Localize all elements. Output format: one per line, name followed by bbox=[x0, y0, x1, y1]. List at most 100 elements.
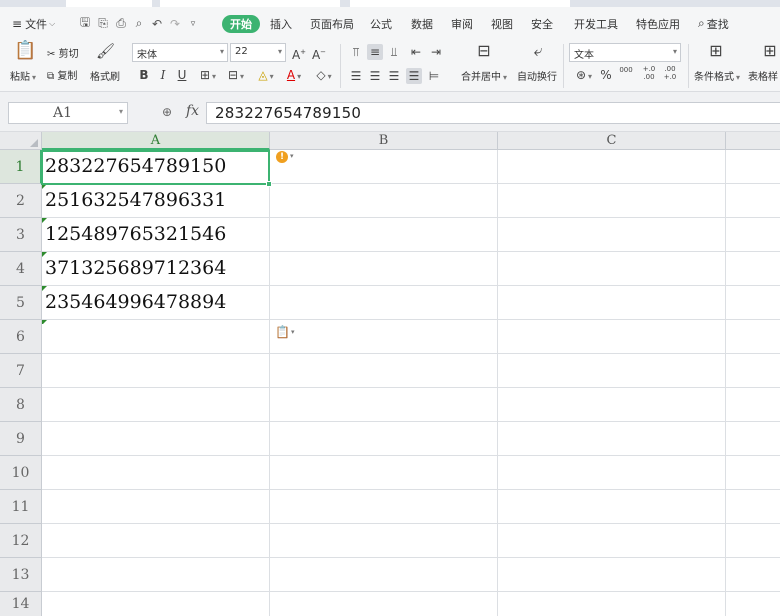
bold-icon[interactable]: B bbox=[136, 67, 152, 83]
menu-tab-page-layout[interactable]: 页面布局 bbox=[310, 7, 354, 40]
row-header[interactable]: 9 bbox=[0, 422, 42, 456]
distributed-align-icon[interactable]: ⊨ bbox=[426, 68, 442, 84]
table-style-button[interactable]: 表格样 bbox=[748, 68, 778, 83]
formula-input[interactable]: 283227654789150 bbox=[206, 102, 780, 124]
font-color-icon[interactable]: A ▾ bbox=[282, 67, 306, 83]
row-header[interactable]: 14 bbox=[0, 592, 42, 616]
column-header-c[interactable]: C bbox=[498, 132, 726, 150]
menu-tab-formulas[interactable]: 公式 bbox=[370, 7, 392, 40]
align-center-icon[interactable]: ☰ bbox=[367, 68, 383, 84]
row-header[interactable]: 4 bbox=[0, 252, 42, 286]
merge-center-icon[interactable]: ⊟ bbox=[474, 43, 494, 63]
column-header-a[interactable]: A bbox=[42, 132, 270, 150]
cell-a2[interactable]: 251632547896331 bbox=[42, 184, 269, 218]
border-icon[interactable]: ⊞ ▾ bbox=[196, 67, 220, 83]
text-number-indicator bbox=[42, 286, 47, 291]
italic-icon[interactable]: I bbox=[155, 67, 171, 83]
save-icon[interactable]: 🖫 bbox=[76, 13, 94, 34]
font-size-select[interactable]: 22 ▾ bbox=[230, 43, 286, 62]
cell-a1[interactable]: 283227654789150 bbox=[42, 150, 269, 184]
copy-button[interactable]: ⧉ 复制 bbox=[47, 67, 77, 82]
conditional-format-button[interactable]: 条件格式 ▾ bbox=[694, 68, 740, 83]
align-bottom-icon[interactable]: ⫫ bbox=[386, 44, 402, 60]
menu-tab-review[interactable]: 审阅 bbox=[451, 7, 473, 40]
paste-options-icon[interactable]: 📋 bbox=[275, 325, 290, 339]
align-top-icon[interactable]: ⫪ bbox=[348, 44, 364, 60]
menu-tab-data[interactable]: 数据 bbox=[411, 7, 433, 40]
document-tab[interactable] bbox=[160, 0, 340, 7]
align-middle-icon[interactable]: ≡ bbox=[367, 44, 383, 60]
export-icon[interactable]: ⎘ bbox=[94, 16, 112, 31]
cut-button[interactable]: ✂ 剪切 bbox=[47, 45, 79, 60]
table-style-icon[interactable]: ⊞ bbox=[760, 43, 780, 63]
cell-a5[interactable]: 235464996478894 bbox=[42, 286, 269, 320]
format-painter-button[interactable]: 格式刷 bbox=[90, 68, 120, 83]
menu-tab-insert[interactable]: 插入 bbox=[270, 7, 292, 40]
document-tab[interactable] bbox=[66, 0, 152, 7]
paste-button[interactable]: 粘贴 ▾ bbox=[10, 68, 36, 83]
name-box[interactable]: A1 ▾ bbox=[8, 102, 128, 124]
merge-center-button[interactable]: 合并居中 ▾ bbox=[461, 68, 507, 83]
paste-icon[interactable]: 📋 bbox=[14, 42, 36, 63]
row-header[interactable]: 3 bbox=[0, 218, 42, 252]
menu-tab-developer[interactable]: 开发工具 bbox=[574, 7, 618, 40]
print-icon[interactable]: ⎙ bbox=[112, 16, 130, 31]
row-header[interactable]: 5 bbox=[0, 286, 42, 320]
redo-icon[interactable]: ↷ bbox=[166, 17, 184, 31]
row-header[interactable]: 13 bbox=[0, 558, 42, 592]
row-header[interactable]: 7 bbox=[0, 354, 42, 388]
zoom-icon[interactable]: ⊕ bbox=[162, 105, 172, 119]
decrease-decimal-button[interactable]: .00 +.0 bbox=[661, 65, 679, 81]
font-name-select[interactable]: 宋体 ▾ bbox=[132, 43, 228, 62]
clear-format-icon[interactable]: ◇ ▾ bbox=[312, 67, 336, 83]
menu-tab-security[interactable]: 安全 bbox=[531, 7, 553, 40]
justify-icon[interactable]: ☰ bbox=[406, 68, 422, 84]
row-header[interactable]: 8 bbox=[0, 388, 42, 422]
indent-increase-icon[interactable]: ⇥ bbox=[428, 44, 444, 60]
chevron-down-icon[interactable]: ▾ bbox=[290, 152, 294, 160]
decrease-font-size-icon[interactable]: A− bbox=[311, 44, 327, 62]
column-header-b[interactable]: B bbox=[270, 132, 498, 150]
wrap-text-icon[interactable]: ⤶ bbox=[528, 43, 548, 63]
row-header[interactable]: 1 bbox=[0, 150, 42, 184]
file-menu[interactable]: ≡ 文件 ⌵ bbox=[12, 7, 55, 40]
error-check-icon[interactable]: ! bbox=[276, 151, 288, 163]
cell-a4[interactable]: 371325689712364 bbox=[42, 252, 269, 286]
cell-style-icon[interactable]: ⊟ ▾ bbox=[224, 67, 248, 83]
increase-decimal-button[interactable]: +.0 .00 bbox=[640, 65, 658, 81]
increase-font-size-icon[interactable]: A+ bbox=[291, 44, 307, 62]
cell-a6[interactable] bbox=[42, 320, 269, 324]
percent-button[interactable]: % bbox=[598, 67, 614, 83]
number-format-select[interactable]: 文本 ▾ bbox=[569, 43, 681, 62]
select-all-corner[interactable] bbox=[0, 132, 42, 150]
wrap-text-button[interactable]: 自动换行 bbox=[517, 68, 557, 83]
insert-function-button[interactable]: fx bbox=[186, 103, 199, 119]
underline-icon[interactable]: U bbox=[174, 67, 190, 83]
search-menu[interactable]: ⌕ 查找 bbox=[698, 7, 729, 40]
customize-icon[interactable]: ▿ bbox=[184, 19, 202, 29]
row-header[interactable]: 6 bbox=[0, 320, 42, 354]
document-tab[interactable] bbox=[350, 0, 570, 7]
row-header[interactable]: 11 bbox=[0, 490, 42, 524]
menu-tab-home[interactable]: 开始 bbox=[222, 14, 260, 33]
print-preview-icon[interactable]: ⌕ bbox=[130, 16, 148, 31]
align-right-icon[interactable]: ☰ bbox=[386, 68, 402, 84]
indent-decrease-icon[interactable]: ⇤ bbox=[408, 44, 424, 60]
column-header-d[interactable] bbox=[726, 132, 780, 150]
conditional-format-icon[interactable]: ⊞ bbox=[706, 43, 726, 63]
fill-color-icon[interactable]: ◬ ▾ bbox=[254, 67, 278, 83]
cell-a3[interactable]: 125489765321546 bbox=[42, 218, 269, 252]
menu-tab-special[interactable]: 特色应用 bbox=[636, 7, 680, 40]
row-header[interactable]: 2 bbox=[0, 184, 42, 218]
thousands-separator-button[interactable]: 000 bbox=[617, 66, 635, 82]
spreadsheet-grid[interactable]: A B C 1 2 3 4 5 6 7 8 9 10 11 12 13 14 2… bbox=[0, 132, 780, 616]
undo-icon[interactable]: ↶ bbox=[148, 17, 166, 31]
currency-icon[interactable]: ⊛ ▾ bbox=[573, 67, 595, 83]
row-header[interactable]: 12 bbox=[0, 524, 42, 558]
chevron-down-icon[interactable]: ▾ bbox=[291, 328, 295, 336]
align-left-icon[interactable]: ☰ bbox=[348, 68, 364, 84]
menu-tab-view[interactable]: 视图 bbox=[491, 7, 513, 40]
row-header[interactable]: 10 bbox=[0, 456, 42, 490]
quick-access-toolbar: 🖫 ⎘ ⎙ ⌕ ↶ ↷ ▿ bbox=[76, 7, 202, 40]
format-painter-icon[interactable]: 🖌 bbox=[96, 43, 115, 61]
